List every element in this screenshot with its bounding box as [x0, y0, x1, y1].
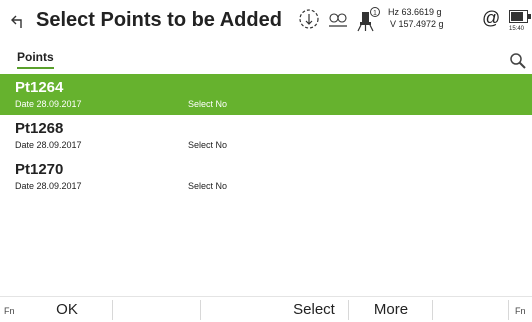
select-button[interactable]: Select	[280, 297, 348, 322]
svg-text:1: 1	[373, 10, 377, 17]
point-name: Pt1264	[15, 79, 64, 96]
divider	[112, 300, 113, 320]
reflector-constant-symbol[interactable]: @	[482, 8, 500, 29]
point-date: Date 28.09.2017	[15, 140, 82, 150]
search-icon[interactable]	[509, 52, 527, 70]
points-list: Pt1264 Date 28.09.2017 Select No Pt1268 …	[0, 74, 532, 197]
point-select-status: Select No	[188, 99, 228, 109]
point-date: Date 28.09.2017	[15, 181, 82, 191]
tab-points[interactable]: Points	[17, 50, 54, 64]
fn-key-right[interactable]: Fn	[515, 306, 526, 316]
hz-readout: Hz 63.6619 g	[388, 7, 442, 17]
point-name: Pt1270	[15, 161, 64, 178]
back-arrow-icon[interactable]	[10, 13, 26, 29]
divider	[348, 300, 349, 320]
clock: 15:40	[509, 26, 525, 32]
list-item[interactable]: Pt1264 Date 28.09.2017 Select No	[0, 74, 532, 115]
list-item[interactable]: Pt1268 Date 28.09.2017 Select No	[0, 115, 532, 156]
instrument-icon[interactable]: 1	[356, 6, 380, 32]
divider	[200, 300, 201, 320]
point-select-status: Select No	[188, 181, 228, 191]
v-readout: V 157.4972 g	[390, 19, 444, 29]
reflector-icon[interactable]	[327, 9, 349, 29]
target-search-icon[interactable]	[298, 8, 320, 30]
point-name: Pt1268	[15, 120, 64, 137]
more-button[interactable]: More	[350, 297, 432, 322]
battery-icon	[509, 10, 531, 23]
ok-button[interactable]: OK	[22, 297, 112, 322]
fn-key-left[interactable]: Fn	[4, 306, 15, 316]
title-bar: Select Points to be Added 1 Hz 63.6619 g…	[0, 0, 532, 42]
tab-active-indicator	[17, 67, 54, 69]
point-date: Date 28.09.2017	[15, 99, 82, 109]
divider	[432, 300, 433, 320]
point-select-status: Select No	[188, 140, 228, 150]
list-item[interactable]: Pt1270 Date 28.09.2017 Select No	[0, 156, 532, 197]
softkey-bar: Fn OK Select More Fn	[0, 296, 532, 322]
page-title: Select Points to be Added	[36, 9, 282, 31]
divider	[508, 300, 509, 320]
